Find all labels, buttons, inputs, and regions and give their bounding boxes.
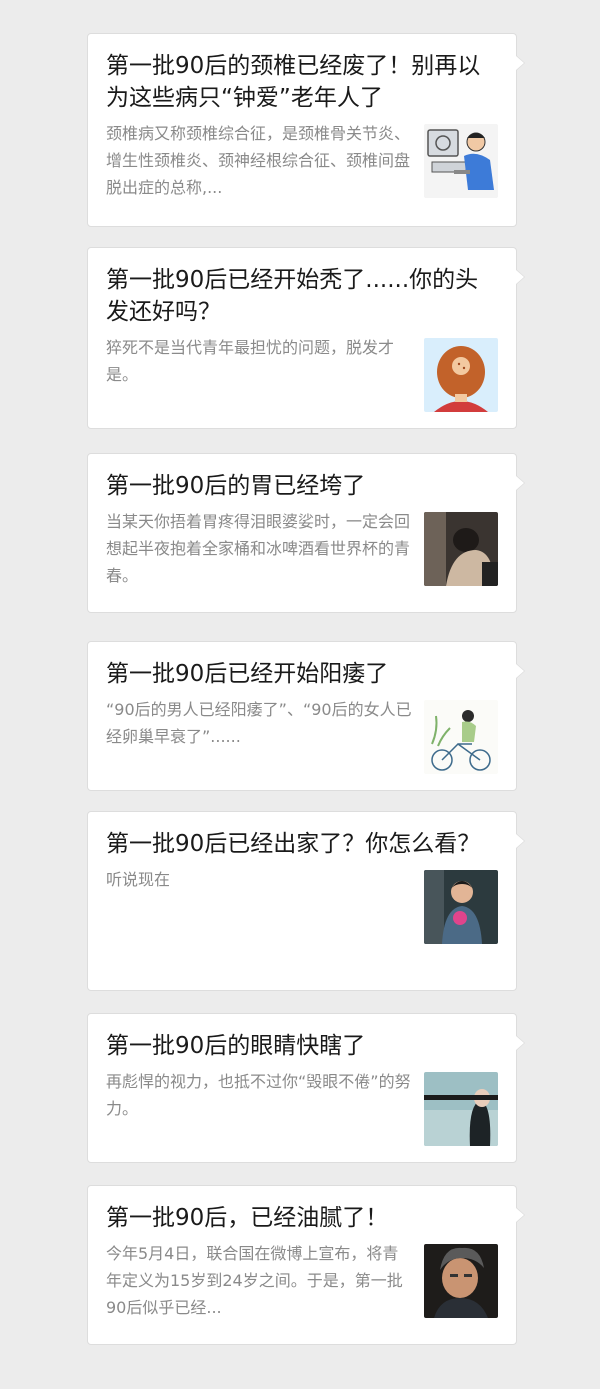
- article-title: 第一批90后的胃已经垮了: [106, 473, 366, 499]
- article-card-hair[interactable]: 第一批90后已经开始秃了......你的头发还好吗？ 猝死不是当代青年最担忧的问…: [87, 247, 525, 429]
- article-summary: “90后的男人已经阳痿了”、“90后的女人已经卵巢早衰了”......: [106, 700, 412, 746]
- article-title: 第一批90后已经开始秃了......你的头发还好吗？: [106, 267, 479, 325]
- article-card-greasy[interactable]: 第一批90后，已经油腻了！ 今年5月4日，联合国在微博上宣布，将青年定义为15岁…: [87, 1185, 525, 1345]
- article-card-impotence[interactable]: 第一批90后已经开始阳痿了 “90后的男人已经阳痿了”、“90后的女人已经卵巢早…: [87, 641, 525, 791]
- balding-head-illustration: [424, 338, 498, 412]
- article-title: 第一批90后的眼睛快瞎了: [106, 1033, 366, 1059]
- article-summary: 再彪悍的视力，也抵不过你“毁眼不倦”的努力。: [106, 1072, 411, 1118]
- article-title: 第一批90后的颈椎已经废了！别再以为这些病只“钟爱”老年人了: [106, 53, 481, 111]
- article-title: 第一批90后，已经油腻了！: [106, 1205, 389, 1231]
- article-summary: 猝死不是当代青年最担忧的问题，脱发才是。: [106, 338, 395, 384]
- blindfolded-person-photo: [424, 1072, 498, 1146]
- article-summary: 颈椎病又称颈椎综合征，是颈椎骨关节炎、增生性颈椎炎、颈神经根综合征、颈椎间盘脱出…: [106, 124, 411, 197]
- article-card-eyes[interactable]: 第一批90后的眼睛快瞎了 再彪悍的视力，也抵不过你“毁眼不倦”的努力。: [87, 1013, 525, 1163]
- article-title: 第一批90后已经出家了？你怎么看？: [106, 831, 481, 857]
- article-summary: 听说现在: [106, 870, 171, 889]
- article-card-stomach[interactable]: 第一批90后的胃已经垮了 当某天你捂着胃疼得泪眼婆娑时，一定会回想起半夜抱着全家…: [87, 453, 525, 613]
- woman-with-flower-photo: [424, 870, 498, 944]
- man-at-computer-illustration: [424, 124, 498, 198]
- middle-aged-man-photo: [424, 1244, 498, 1318]
- cyclist-illustration: [424, 700, 498, 774]
- article-summary: 当某天你捂着胃疼得泪眼婆娑时，一定会回想起半夜抱着全家桶和冰啤酒看世界杯的青春。: [106, 512, 411, 585]
- article-title: 第一批90后已经开始阳痿了: [106, 661, 389, 687]
- crying-person-photo: [424, 512, 498, 586]
- article-summary: 今年5月4日，联合国在微博上宣布，将青年定义为15岁到24岁之间。于是，第一批9…: [106, 1244, 403, 1317]
- article-feed: 第一批90后的颈椎已经废了！别再以为这些病只“钟爱”老年人了 颈椎病又称颈椎综合…: [0, 0, 600, 1389]
- article-card-monk[interactable]: 第一批90后已经出家了？你怎么看？ 听说现在: [87, 811, 525, 991]
- article-card-neck[interactable]: 第一批90后的颈椎已经废了！别再以为这些病只“钟爱”老年人了 颈椎病又称颈椎综合…: [87, 33, 525, 227]
